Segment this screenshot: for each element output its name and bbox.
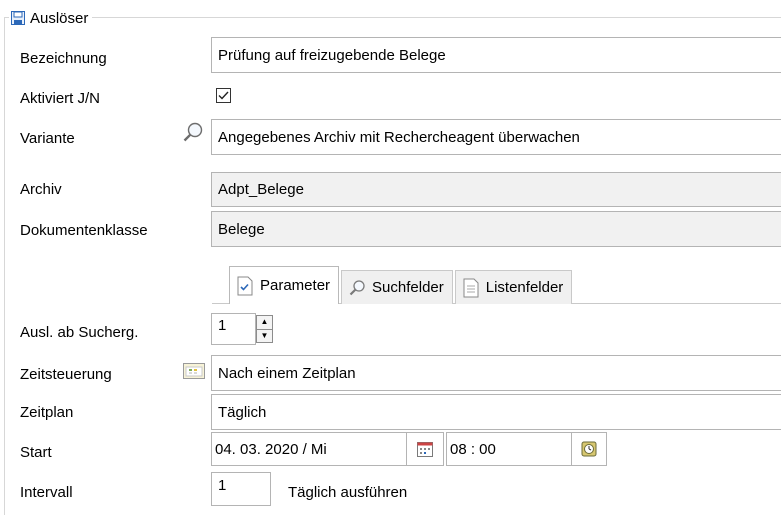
tab-suchfelder[interactable]: Suchfelder	[341, 270, 453, 304]
start-label: Start	[20, 444, 52, 461]
aktiviert-checkbox[interactable]	[216, 88, 231, 103]
start-time-input[interactable]: 08 : 00	[446, 432, 572, 466]
tab-suchfelder-label: Suchfelder	[372, 279, 444, 296]
document-icon	[462, 278, 480, 298]
search-icon[interactable]	[181, 120, 205, 144]
tab-listenfelder-label: Listenfelder	[485, 279, 564, 296]
variante-field[interactable]: Angegebenes Archiv mit Rechercheagent üb…	[211, 119, 781, 155]
calendar-icon[interactable]	[406, 432, 444, 466]
variante-label: Variante	[20, 130, 75, 147]
zeitplan-label: Zeitplan	[20, 404, 74, 421]
stepper-up-icon[interactable]: ▲	[257, 316, 272, 329]
search-icon	[348, 278, 366, 298]
zeitsteuerung-label: Zeitsteuerung	[20, 366, 112, 383]
tab-listenfelder[interactable]: Listenfelder	[454, 270, 573, 304]
dokumentenklasse-label: Dokumentenklasse	[20, 222, 148, 239]
group-legend: Auslöser	[9, 8, 93, 28]
intervall-suffix: Täglich ausführen	[288, 484, 408, 501]
bezeichnung-field[interactable]: Prüfung auf freizugebende Belege	[211, 37, 781, 73]
group-border-left	[4, 17, 5, 515]
tab-parameter-label: Parameter	[260, 277, 331, 294]
save-icon	[11, 11, 25, 25]
clock-icon[interactable]	[571, 432, 607, 466]
group-border-top	[4, 17, 781, 18]
archiv-field[interactable]: Adpt_Belege	[211, 172, 781, 207]
checkmark-icon	[218, 91, 229, 100]
group-title: Auslöser	[30, 9, 89, 27]
stepper-down-icon[interactable]: ▼	[257, 328, 272, 343]
aktiviert-label: Aktiviert J/N	[20, 90, 101, 107]
archiv-label: Archiv	[20, 181, 62, 198]
tab-parameter[interactable]: Parameter	[229, 266, 340, 304]
start-date-input[interactable]: 04. 03. 2020 / Mi	[211, 432, 407, 466]
tab-bar: Parameter Suchfelder Listenfelder	[229, 266, 574, 304]
ausl-ab-stepper[interactable]: ▲ ▼	[256, 315, 273, 343]
ausl-ab-label: Ausl. ab Sucherg.	[20, 324, 139, 341]
calendar-grid-icon[interactable]	[182, 362, 206, 380]
bezeichnung-label: Bezeichnung	[20, 50, 107, 67]
zeitsteuerung-field[interactable]: Nach einem Zeitplan	[211, 355, 781, 391]
zeitplan-field[interactable]: Täglich	[211, 394, 781, 430]
intervall-label: Intervall	[20, 484, 73, 501]
ausl-ab-input[interactable]: 1	[211, 313, 256, 345]
checked-document-icon	[236, 276, 254, 296]
intervall-input[interactable]: 1	[211, 472, 271, 506]
dokumentenklasse-field[interactable]: Belege	[211, 211, 781, 247]
